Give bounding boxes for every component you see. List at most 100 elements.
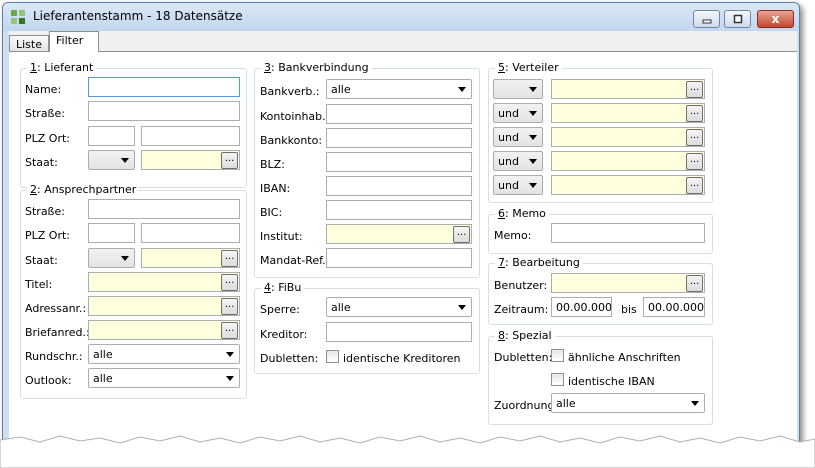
identische-iban-label: identische IBAN [568,375,655,388]
identische-iban-checkbox[interactable] [551,373,564,386]
bankverb-label: Bankverb.: [260,85,320,98]
name-input[interactable] [88,77,240,97]
staat-label: Staat: [25,156,58,169]
verteiler-op-select[interactable]: und [493,151,543,171]
chevron-down-icon [226,352,234,357]
kreditor-input[interactable] [326,322,472,342]
chevron-down-icon [121,158,129,163]
institut-label: Institut: [260,230,303,243]
chevron-down-icon [458,87,466,92]
titel-label: Titel: [25,278,53,291]
blz-input[interactable] [326,152,472,172]
aehnliche-anschriften-label: ähnliche Anschriften [568,351,681,364]
verteiler-op-select[interactable]: und [493,175,543,195]
minimize-icon [702,19,711,24]
ap-staat-select[interactable] [88,248,135,268]
group-lieferant-legend: 1: Lieferant [27,61,97,74]
bic-input[interactable] [326,200,472,220]
staat-browse-button[interactable]: ... [221,152,238,169]
zeitraum-label: Zeitraum: [494,303,549,316]
verteiler-browse-button[interactable]: ... [686,129,703,146]
ap-staat-browse-button[interactable]: ... [221,250,238,267]
tab-filter[interactable]: Filter [49,31,99,52]
chevron-down-icon [691,401,699,406]
staat-select[interactable] [88,150,135,170]
bic-label: BIC: [260,206,283,219]
memo-input[interactable] [551,223,705,243]
group-bankverbindung-legend: 3: Bankverbindung [261,61,372,74]
zuordnung-select[interactable]: alle [551,393,705,413]
titel-input[interactable] [88,272,240,292]
identische-kreditoren-label: identische Kreditoren [343,352,461,365]
close-icon: x [771,12,780,26]
tab-liste[interactable]: Liste [9,35,49,52]
close-button[interactable]: x [757,10,794,28]
group-bankverbindung: 3: Bankverbindung [254,61,480,278]
verteiler-input[interactable] [551,103,705,123]
aehnliche-anschriften-checkbox[interactable] [551,349,564,362]
group-spezial-legend: 8: Spezial [495,329,555,342]
ort-input[interactable] [141,126,240,146]
chevron-down-icon [529,183,537,188]
chevron-down-icon [529,159,537,164]
adressanr-browse-button[interactable]: ... [221,298,238,315]
kontoinhab-input[interactable] [326,104,472,124]
outlook-label: Outlook: [25,374,72,387]
verteiler-browse-button[interactable]: ... [686,105,703,122]
institut-browse-button[interactable]: ... [453,226,470,243]
group-bearbeitung-legend: 7: Bearbeitung [495,256,583,269]
verteiler-op-select[interactable]: und [493,127,543,147]
date-to-input[interactable]: 00.00.0000 [643,297,705,317]
outlook-select[interactable]: alle [88,368,240,388]
iban-label: IBAN: [260,182,291,195]
app-icon [11,10,25,24]
verteiler-browse-button[interactable]: ... [686,81,703,98]
benutzer-input[interactable] [551,273,705,293]
bankkonto-label: Bankkonto: [260,134,323,147]
minimize-button[interactable] [693,10,720,28]
tab-bar: Liste Filter [9,31,797,52]
kontoinhab-label: Kontoinhab.: [260,110,330,123]
rundschr-select[interactable]: alle [88,344,240,364]
verteiler-op-select[interactable]: und [493,103,543,123]
adressanr-label: Adressanr.: [25,302,87,315]
sperre-select[interactable]: alle [326,297,472,317]
verteiler-browse-button[interactable]: ... [686,153,703,170]
spezial-dubletten-label: Dubletten: [494,351,553,364]
titel-browse-button[interactable]: ... [221,274,238,291]
benutzer-browse-button[interactable]: ... [686,275,703,292]
sperre-label: Sperre: [260,303,300,316]
verteiler-input[interactable] [551,175,705,195]
briefanred-input[interactable] [88,320,240,340]
ap-staat-label: Staat: [25,254,58,267]
chevron-down-icon [529,87,537,92]
date-from-input[interactable]: 00.00.0000 [551,297,612,317]
bankverb-select[interactable]: alle [326,79,472,99]
fibu-dubletten-label: Dubletten: [260,352,319,365]
title-bar[interactable]: Lieferantenstamm - 18 Datensätze x [3,3,799,31]
mandat-ref-input[interactable] [326,248,472,268]
iban-input[interactable] [326,176,472,196]
briefanred-browse-button[interactable]: ... [221,322,238,339]
ap-plz-input[interactable] [88,223,135,243]
verteiler-input[interactable] [551,151,705,171]
maximize-icon [733,14,742,24]
identische-kreditoren-checkbox[interactable] [326,350,339,363]
adressanr-input[interactable] [88,296,240,316]
ap-strasse-input[interactable] [88,199,240,219]
plz-input[interactable] [88,126,135,146]
verteiler-input[interactable] [551,79,705,99]
kreditor-label: Kreditor: [260,328,308,341]
bankkonto-input[interactable] [326,128,472,148]
briefanred-label: Briefanred.: [25,326,90,339]
plz-ort-label: PLZ Ort: [25,132,70,145]
verteiler-op-select[interactable] [493,79,543,99]
ap-ort-input[interactable] [141,223,240,243]
maximize-button[interactable] [724,10,751,28]
strasse-input[interactable] [88,101,240,121]
group-ansprechpartner-legend: 2: Ansprechpartner [27,183,140,196]
ap-strasse-label: Straße: [25,205,65,218]
verteiler-browse-button[interactable]: ... [686,177,703,194]
institut-input[interactable] [326,224,472,244]
verteiler-input[interactable] [551,127,705,147]
